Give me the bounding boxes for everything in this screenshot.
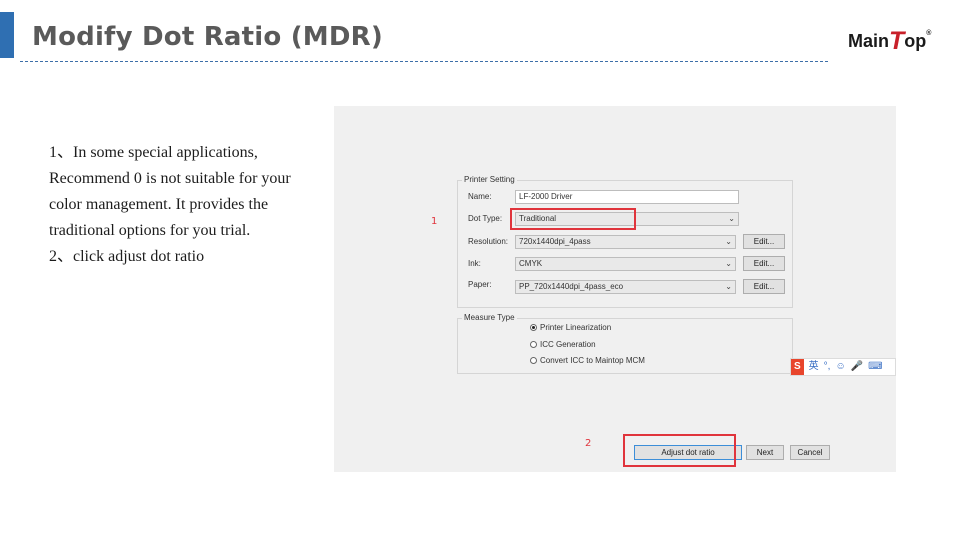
radio-label: Printer Linearization [540, 323, 612, 332]
logo-text-main: Main [848, 31, 890, 51]
highlight-box-dot-type [510, 208, 636, 230]
paper-edit-button[interactable]: Edit... [743, 279, 785, 294]
ime-lang-icon[interactable]: 英 [809, 359, 819, 375]
paper-label: Paper: [468, 280, 492, 289]
resolution-label: Resolution: [468, 237, 509, 246]
annotation-marker-2: 2 [585, 438, 592, 449]
resolution-edit-button[interactable]: Edit... [743, 234, 785, 249]
ime-keyboard-icon[interactable]: ⌨ [868, 359, 882, 375]
highlight-box-adjust-button [623, 434, 736, 467]
printer-setting-title: Printer Setting [462, 174, 517, 186]
ink-select[interactable]: CMYK ⌄ [515, 257, 736, 271]
logo-text-t: T [889, 27, 905, 55]
ink-value: CMYK [519, 259, 543, 268]
radio-icon [530, 357, 537, 365]
ink-label: Ink: [468, 259, 481, 268]
cancel-button[interactable]: Cancel [790, 445, 830, 460]
ime-emoji-icon[interactable]: ☺ [835, 359, 845, 375]
name-label: Name: [468, 192, 492, 201]
slide-title: Modify Dot Ratio (MDR) [32, 22, 383, 52]
instruction-step-1: 1、In some special applications, Recommen… [49, 144, 291, 239]
radio-label: ICC Generation [540, 340, 596, 349]
logo-text-op: op [904, 31, 927, 51]
chevron-down-icon: ⌄ [725, 282, 732, 291]
maintop-logo: MainTop® [848, 27, 932, 55]
name-value: LF-2000 Driver [519, 192, 573, 201]
title-accent-bar [0, 12, 14, 58]
chevron-down-icon: ⌄ [725, 259, 732, 268]
radio-icc-generation[interactable]: ICC Generation [530, 339, 596, 351]
annotation-marker-1: 1 [431, 216, 438, 227]
chevron-down-icon: ⌄ [725, 237, 732, 246]
name-field[interactable]: LF-2000 Driver [515, 190, 739, 204]
paper-value: PP_720x1440dpi_4pass_eco [519, 282, 624, 291]
radio-selected-icon [530, 324, 537, 332]
dot-type-label: Dot Type: [468, 214, 503, 223]
ime-toolbar[interactable]: S 英 °, ☺ 🎤 ⌨ [790, 358, 896, 376]
next-button[interactable]: Next [746, 445, 784, 460]
logo-registered-mark: ® [926, 30, 932, 37]
radio-convert-icc[interactable]: Convert ICC to Maintop MCM [530, 355, 645, 367]
chevron-down-icon: ⌄ [728, 214, 735, 223]
radio-printer-linearization[interactable]: Printer Linearization [530, 322, 611, 334]
measure-type-title: Measure Type [462, 312, 517, 324]
resolution-select[interactable]: 720x1440dpi_4pass ⌄ [515, 235, 736, 249]
dialog-screenshot: Printer Setting Name: LF-2000 Driver Dot… [334, 106, 896, 472]
paper-select[interactable]: PP_720x1440dpi_4pass_eco ⌄ [515, 280, 736, 294]
title-divider [20, 61, 828, 62]
radio-label: Convert ICC to Maintop MCM [540, 356, 645, 365]
radio-icon [530, 341, 537, 349]
ime-mic-icon[interactable]: 🎤 [851, 359, 863, 375]
instruction-step-2: 2、click adjust dot ratio [49, 248, 205, 265]
instruction-text: 1、In some special applications, Recommen… [49, 140, 319, 270]
sogou-icon[interactable]: S [791, 359, 804, 375]
ime-punct-icon[interactable]: °, [824, 359, 831, 375]
resolution-value: 720x1440dpi_4pass [519, 237, 591, 246]
ink-edit-button[interactable]: Edit... [743, 256, 785, 271]
